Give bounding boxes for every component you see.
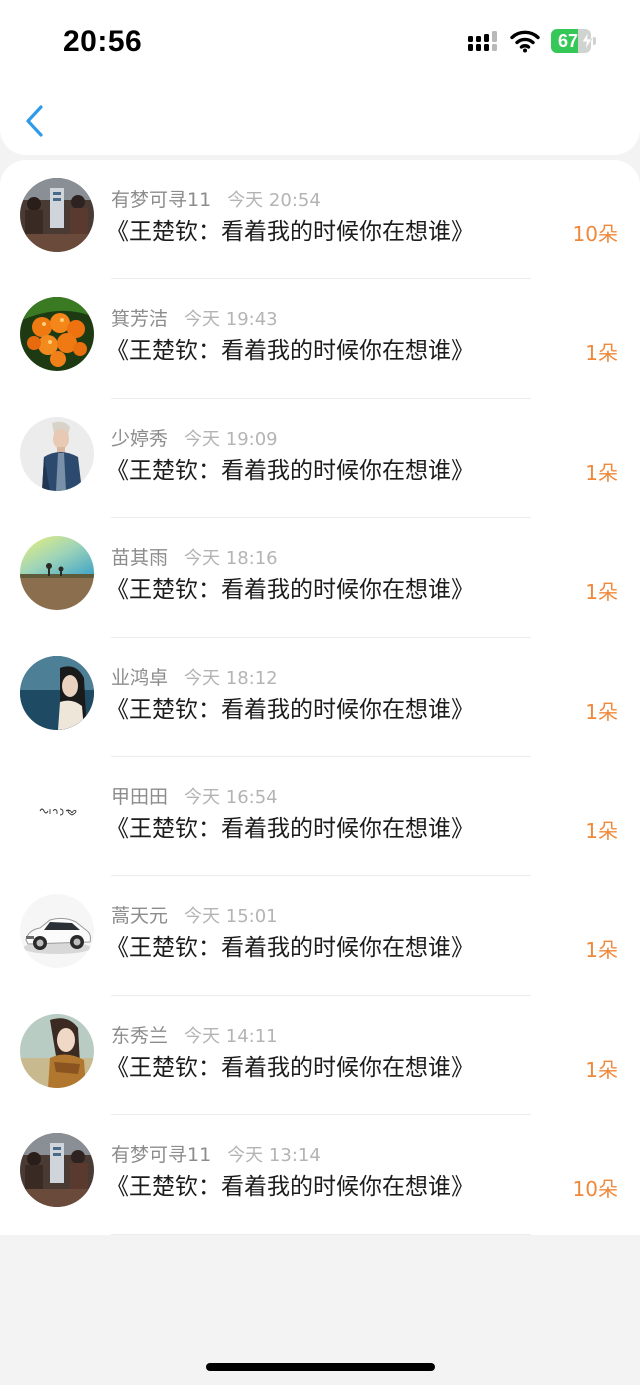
gift-count: 10朵 xyxy=(572,1177,618,1202)
user-name[interactable]: 苗其雨 xyxy=(111,547,168,569)
gift-count: 1朵 xyxy=(585,580,618,605)
list-item[interactable]: 甲田田 今天 16:54 《王楚钦：看着我的时候你在想谁》 1朵 xyxy=(0,757,640,877)
timestamp: 今天 16:54 xyxy=(184,786,278,808)
gift-record-list: 有梦可寻11 今天 20:54 《王楚钦：看着我的时候你在想谁》 10朵 箕芳洁今… xyxy=(0,160,640,1235)
timestamp: 今天 13:14 xyxy=(227,1145,321,1167)
avatar[interactable] xyxy=(20,297,94,372)
gift-count: 1朵 xyxy=(585,699,618,724)
article-title[interactable]: 《王楚钦：看着我的时候你在想谁》 xyxy=(106,570,474,604)
article-title[interactable]: 《王楚钦：看着我的时候你在想谁》 xyxy=(106,451,474,485)
item-meta: 有梦可寻11 今天 20:54 xyxy=(111,185,321,213)
gift-count: 1朵 xyxy=(585,818,618,843)
timestamp: 今天 15:01 xyxy=(184,906,278,928)
item-meta: 业鸿卓 今天 18:12 xyxy=(111,663,278,691)
battery-icon: 67 xyxy=(551,29,597,53)
timestamp: 今天 20:54 xyxy=(227,190,321,211)
avatar[interactable] xyxy=(20,1013,94,1088)
divider xyxy=(111,1233,531,1235)
article-title[interactable]: 《王楚钦：看着我的时候你在想谁》 xyxy=(106,928,474,962)
user-name[interactable]: 甲田田 xyxy=(111,786,168,808)
charging-bolt-icon xyxy=(581,32,593,50)
top-header: 20:56 67 xyxy=(0,0,640,155)
article-title[interactable]: 《王楚钦：看着我的时候你在想谁》 xyxy=(106,690,474,724)
user-name[interactable]: 业鸿卓 xyxy=(111,667,168,689)
back-button[interactable] xyxy=(18,98,54,144)
chevron-left-icon xyxy=(26,105,43,137)
wifi-icon xyxy=(510,30,540,53)
avatar[interactable] xyxy=(20,894,94,969)
user-name[interactable]: 有梦可寻11 xyxy=(111,1144,211,1166)
item-meta: 蒿天元 今天 15:01 xyxy=(111,901,278,929)
article-title[interactable]: 《王楚钦：看着我的时候你在想谁》 xyxy=(106,331,474,365)
item-meta: 苗其雨 今天 18:16 xyxy=(111,543,278,571)
gift-count: 1朵 xyxy=(585,938,618,963)
user-name[interactable]: 箕芳洁 xyxy=(111,308,168,330)
item-meta: 甲田田 今天 16:54 xyxy=(111,782,278,810)
gift-count: 1朵 xyxy=(585,1057,618,1082)
list-item[interactable]: 有梦可寻11 今天 13:14 《王楚钦：看着我的时候你在想谁》 10朵 xyxy=(0,1115,640,1235)
gift-count: 1朵 xyxy=(585,341,618,366)
avatar[interactable] xyxy=(20,655,94,730)
status-bar: 20:56 67 xyxy=(0,0,640,86)
article-title[interactable]: 《王楚钦：看着我的时候你在想谁》 xyxy=(106,1048,474,1082)
timestamp: 今天 19:09 xyxy=(184,428,278,450)
article-title[interactable]: 《王楚钦：看着我的时候你在想谁》 xyxy=(106,809,474,843)
article-title[interactable]: 《王楚钦：看着我的时候你在想谁》 xyxy=(106,212,474,246)
list-item[interactable]: 少婷秀 今天 19:09 《王楚钦：看着我的时候你在想谁》 1朵 xyxy=(0,399,640,519)
avatar[interactable] xyxy=(20,1133,94,1208)
list-item[interactable]: 箕芳洁 今天 19:43 《王楚钦：看着我的时候你在想谁》 1朵 xyxy=(0,279,640,399)
timestamp: 今天 18:16 xyxy=(184,548,278,570)
article-title[interactable]: 《王楚钦：看着我的时候你在想谁》 xyxy=(106,1167,474,1201)
user-name[interactable]: 少婷秀 xyxy=(111,428,168,450)
list-item[interactable]: 有梦可寻11 今天 20:54 《王楚钦：看着我的时候你在想谁》 10朵 xyxy=(0,160,640,280)
status-time: 20:56 xyxy=(63,25,143,58)
list-item[interactable]: 苗其雨 今天 18:16 《王楚钦：看着我的时候你在想谁》 1朵 xyxy=(0,518,640,638)
battery-level: 67 xyxy=(557,31,579,51)
avatar[interactable] xyxy=(20,178,94,252)
item-meta: 箕芳洁 今天 19:43 xyxy=(111,304,278,332)
item-meta: 东秀兰 今天 14:11 xyxy=(111,1021,278,1049)
item-meta: 少婷秀 今天 19:09 xyxy=(111,424,278,452)
list-item[interactable]: 蒿天元 今天 15:01 《王楚钦：看着我的时候你在想谁》 1朵 xyxy=(0,876,640,996)
home-indicator[interactable] xyxy=(206,1363,435,1371)
avatar[interactable] xyxy=(20,536,94,611)
battery-cap xyxy=(593,37,596,45)
gift-count: 10朵 xyxy=(572,222,618,246)
avatar[interactable] xyxy=(20,416,94,491)
timestamp: 今天 14:11 xyxy=(184,1025,278,1047)
avatar[interactable] xyxy=(20,774,94,849)
timestamp: 今天 19:43 xyxy=(184,309,278,331)
user-name[interactable]: 蒿天元 xyxy=(111,905,168,927)
gift-count: 1朵 xyxy=(585,460,618,485)
signal-icon xyxy=(468,31,497,51)
user-name[interactable]: 东秀兰 xyxy=(111,1025,168,1047)
item-meta: 有梦可寻11 今天 13:14 xyxy=(111,1140,321,1168)
timestamp: 今天 18:12 xyxy=(184,667,278,689)
user-name[interactable]: 有梦可寻11 xyxy=(111,189,211,211)
list-item[interactable]: 业鸿卓 今天 18:12 《王楚钦：看着我的时候你在想谁》 1朵 xyxy=(0,638,640,757)
list-item[interactable]: 东秀兰 今天 14:11 《王楚钦：看着我的时候你在想谁》 1朵 xyxy=(0,996,640,1116)
